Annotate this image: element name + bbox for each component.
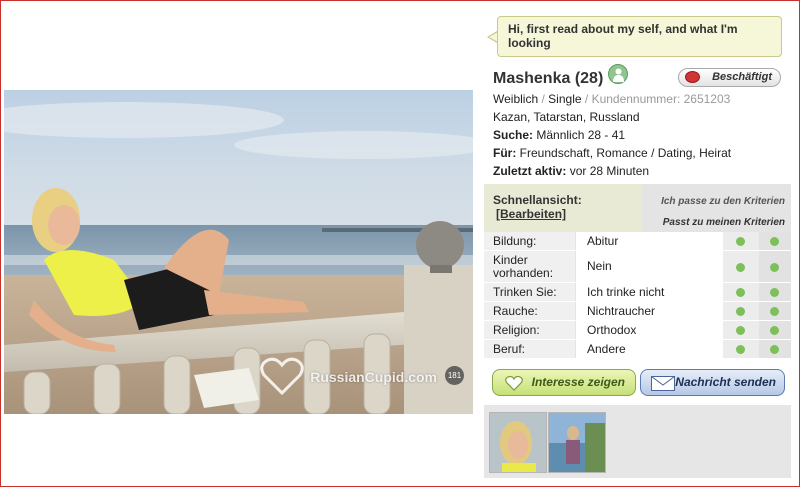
green-dot-icon: [736, 262, 745, 272]
heart-icon: [505, 376, 523, 391]
speech-bubble-icon: [685, 71, 700, 83]
row-value: Nichtraucher: [575, 302, 723, 320]
row-label: Rauche:: [484, 302, 575, 320]
table-row: Beruf: Andere: [484, 340, 791, 359]
row-label: Trinken Sie:: [484, 283, 575, 301]
match-cell: [723, 321, 759, 339]
profile-name: Mashenka (28): [493, 70, 604, 87]
match-cell: [759, 251, 791, 282]
relationship-info: Für: Freundschaft, Romance / Dating, Hei…: [493, 146, 731, 160]
marital-status-text: Single: [548, 92, 582, 106]
green-dot-icon: [736, 307, 745, 316]
match-cell: [723, 302, 759, 320]
row-label: Kinder vorhanden:: [484, 251, 575, 282]
match-cell: [723, 232, 759, 250]
watermark-heart-icon: [260, 357, 304, 395]
seeking-info: Suche: Männlich 28 - 41: [493, 128, 625, 142]
separator: /: [584, 92, 589, 106]
table-row: Bildung: Abitur: [484, 232, 791, 251]
last-active-value: vor 28 Minuten: [569, 164, 650, 178]
matches-my-criteria-header: Passt zu meinen Kriterien: [662, 217, 785, 228]
send-message-button[interactable]: Nachricht senden: [640, 369, 785, 396]
watermark-text: RussianCupid.com: [310, 369, 437, 385]
show-interest-button[interactable]: Interesse zeigen: [492, 369, 636, 396]
thumbnail-photo-1[interactable]: [489, 412, 547, 473]
green-dot-icon: [736, 237, 745, 246]
location-text: Kazan, Tatarstan, Russland: [493, 110, 640, 124]
row-value: Andere: [575, 340, 723, 358]
row-value: Abitur: [575, 232, 723, 250]
for-label: Für:: [493, 146, 517, 160]
beach-photo-illustration: [4, 90, 473, 414]
seeking-value: Männlich 28 - 41: [536, 128, 626, 142]
row-value: Ich trinke nicht: [575, 283, 723, 301]
match-cell: [759, 302, 791, 320]
show-interest-label: Interesse zeigen: [531, 375, 625, 389]
profile-main-photo[interactable]: RussianCupid.com 181: [4, 90, 473, 414]
last-active-label: Zuletzt aktiv:: [493, 164, 567, 178]
quickview-title-cell: Schnellansicht: [Bearbeiten]: [484, 184, 642, 232]
photo-count-badge: 181: [445, 366, 464, 385]
match-cell: [723, 251, 759, 282]
thumbnail-photo-2[interactable]: [548, 412, 606, 473]
quickview-columns-header: Ich passe zu den Kriterien Passt zu mein…: [642, 184, 791, 232]
member-number: Kundennummer: 2651203: [591, 92, 731, 106]
gender-text: Weiblich: [493, 92, 539, 106]
row-value: Orthodox: [575, 321, 723, 339]
quickview-table: Bildung: Abitur Kinder vorhanden: Nein T…: [484, 232, 791, 359]
green-dot-icon: [736, 326, 745, 335]
row-label: Religion:: [484, 321, 575, 339]
match-cell: [723, 340, 759, 358]
match-cell: [723, 283, 759, 301]
table-row: Rauche: Nichtraucher: [484, 302, 791, 321]
match-cell: [759, 232, 791, 250]
green-dot-icon: [736, 345, 745, 354]
i-match-criteria-header: Ich passe zu den Kriterien: [661, 196, 785, 207]
last-active-info: Zuletzt aktiv: vor 28 Minuten: [493, 164, 649, 178]
edit-quickview-link[interactable]: [Bearbeiten]: [493, 207, 642, 221]
green-dot-icon: [770, 345, 779, 354]
row-label: Beruf:: [484, 340, 575, 358]
quickview-header: Schnellansicht: [Bearbeiten] Ich passe z…: [484, 184, 791, 232]
separator: /: [541, 92, 545, 106]
table-row: Trinken Sie: Ich trinke nicht: [484, 283, 791, 302]
person-online-icon: [608, 64, 628, 84]
envelope-icon: [651, 376, 675, 391]
row-label: Bildung:: [484, 232, 575, 250]
profile-basic-info: Weiblich / Single / Kundennummer: 265120…: [493, 92, 730, 106]
green-dot-icon: [770, 307, 779, 316]
match-cell: [759, 283, 791, 301]
table-row: Kinder vorhanden: Nein: [484, 251, 791, 283]
photo-thumbnail-strip: [484, 405, 791, 478]
green-dot-icon: [770, 237, 779, 246]
match-cell: [759, 321, 791, 339]
row-value: Nein: [575, 251, 723, 282]
green-dot-icon: [770, 326, 779, 335]
quickview-title: Schnellansicht:: [493, 193, 582, 207]
match-cell: [759, 340, 791, 358]
green-dot-icon: [770, 262, 779, 272]
table-row: Religion: Orthodox: [484, 321, 791, 340]
headline-bubble: Hi, first read about my self, and what I…: [497, 16, 782, 57]
seeking-label: Suche:: [493, 128, 534, 142]
for-value: Freundschaft, Romance / Dating, Heirat: [519, 146, 732, 160]
green-dot-icon: [736, 288, 745, 297]
send-message-label: Nachricht senden: [675, 375, 776, 389]
green-dot-icon: [770, 288, 779, 297]
